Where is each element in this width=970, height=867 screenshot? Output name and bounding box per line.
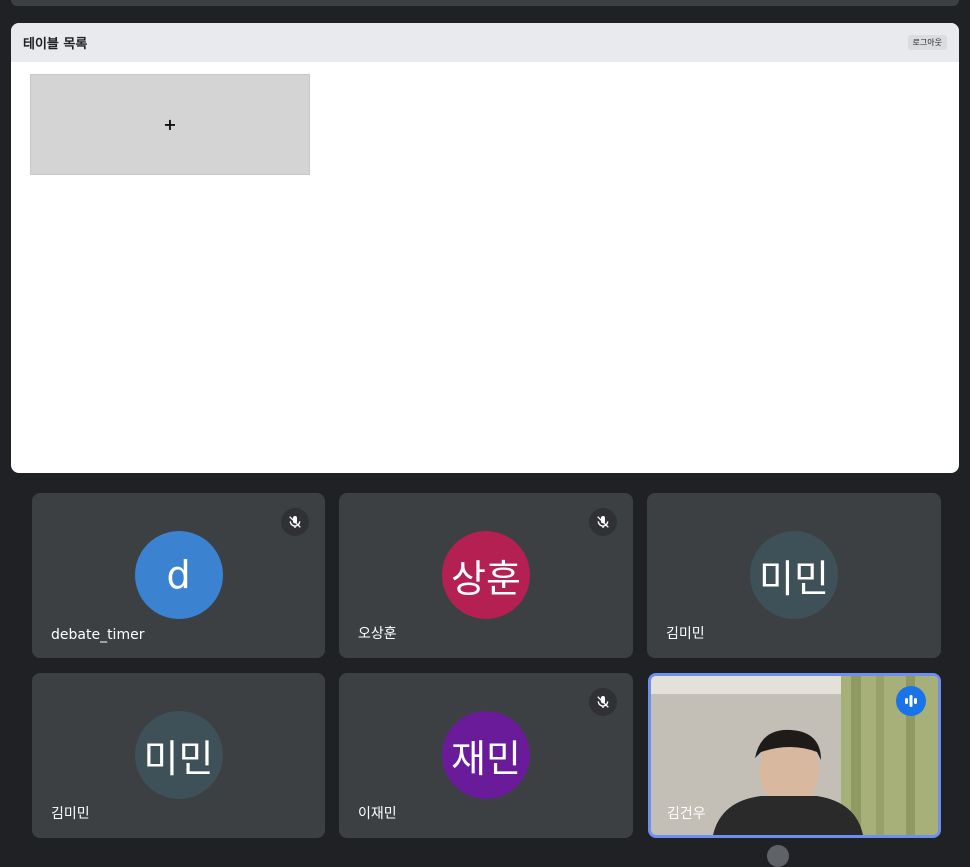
participant-name: debate_timer	[51, 627, 145, 643]
top-strip	[11, 0, 959, 6]
mic-off-icon	[281, 508, 309, 536]
shared-screen: 테이블 목록 로그아웃 +	[11, 23, 959, 473]
participant-tile[interactable]: 미민 김미민	[647, 493, 941, 658]
avatar: 미민	[134, 711, 223, 799]
avatar: d	[134, 531, 223, 619]
page-title: 테이블 목록	[23, 37, 88, 52]
speaking-indicator-icon	[896, 686, 926, 716]
participant-name: 김미민	[51, 806, 90, 822]
mic-off-icon	[589, 508, 617, 536]
participant-tile[interactable]: 상훈 오상훈	[339, 493, 633, 658]
participant-tile[interactable]: 미민 김미민	[32, 673, 325, 838]
avatar: 상훈	[442, 531, 530, 619]
avatar: 재민	[442, 711, 530, 799]
participant-name: 김미민	[666, 626, 705, 642]
participant-name: 이재민	[358, 806, 397, 822]
participant-name: 김건우	[667, 806, 706, 822]
participant-video-tile[interactable]: 김건우	[648, 673, 941, 838]
add-table-button[interactable]: +	[30, 74, 310, 175]
avatar: 미민	[750, 531, 838, 619]
control-bar-peek	[767, 845, 789, 867]
participant-tile[interactable]: 재민 이재민	[339, 673, 633, 838]
panel-header: 테이블 목록 로그아웃	[11, 23, 959, 62]
participant-tile[interactable]: d debate_timer	[32, 493, 325, 658]
participant-name: 오상훈	[358, 626, 397, 642]
logout-button[interactable]: 로그아웃	[907, 35, 947, 50]
mic-off-icon	[589, 688, 617, 716]
